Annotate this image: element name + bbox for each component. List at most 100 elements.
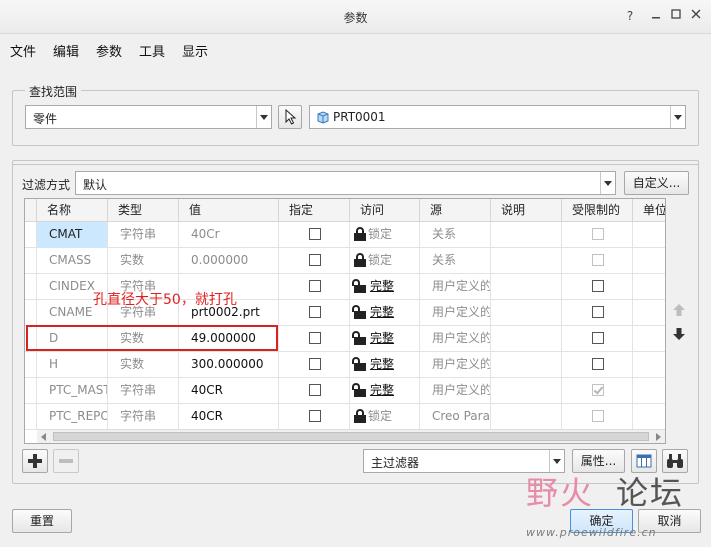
cell-description[interactable] [491, 404, 562, 430]
menu-file[interactable]: 文件 [10, 41, 36, 60]
horizontal-scrollbar[interactable] [37, 429, 665, 443]
cell-description[interactable] [491, 326, 562, 352]
cell-unit[interactable] [633, 326, 665, 352]
cell-designate[interactable] [279, 248, 350, 274]
maximize-icon[interactable] [668, 8, 684, 24]
cell-name[interactable]: CMASS [37, 248, 108, 274]
cell-type[interactable]: 字符串 [108, 404, 179, 430]
minimize-icon[interactable] [648, 8, 664, 24]
cell-source[interactable]: 用户定义的 [420, 378, 491, 404]
cell-unit[interactable] [633, 352, 665, 378]
lookin-type-select[interactable]: 零件 [25, 105, 272, 129]
menu-display[interactable]: 显示 [182, 41, 208, 60]
cell-access[interactable]: 完整 [350, 274, 420, 300]
menu-edit[interactable]: 编辑 [53, 41, 79, 60]
col-restricted[interactable]: 受限制的 [562, 199, 633, 222]
cell-source[interactable]: 关系 [420, 248, 491, 274]
restricted-checkbox[interactable] [592, 332, 604, 344]
cell-access[interactable]: 锁定 [350, 248, 420, 274]
col-name[interactable]: 名称 [37, 199, 108, 222]
table-row[interactable]: H 实数 300.000000 完整 用户定义的 [25, 352, 665, 378]
cell-source[interactable]: 用户定义的 [420, 326, 491, 352]
remove-parameter-button[interactable] [53, 449, 79, 473]
col-type[interactable]: 类型 [108, 199, 179, 222]
cell-description[interactable] [491, 300, 562, 326]
cell-unit[interactable] [633, 404, 665, 430]
table-row[interactable]: CMASS 实数 0.000000 锁定 关系 [25, 248, 665, 274]
cell-value[interactable]: 40Cr [179, 222, 279, 248]
main-filter-select[interactable]: 主过滤器 [363, 449, 565, 473]
cell-restricted[interactable] [562, 274, 633, 300]
cell-type[interactable]: 实数 [108, 352, 179, 378]
designate-checkbox[interactable] [309, 410, 321, 422]
designate-checkbox[interactable] [309, 228, 321, 240]
cell-designate[interactable] [279, 352, 350, 378]
customize-button[interactable]: 自定义... [624, 171, 689, 195]
help-icon[interactable]: ? [622, 8, 638, 24]
cell-description[interactable] [491, 274, 562, 300]
cell-access[interactable]: 锁定 [350, 222, 420, 248]
cell-description[interactable] [491, 378, 562, 404]
table-columns-button[interactable] [631, 449, 657, 473]
cell-access[interactable]: 完整 [350, 300, 420, 326]
cell-unit[interactable] [633, 274, 665, 300]
scroll-left-icon[interactable] [41, 433, 46, 441]
table-row[interactable]: CMAT 字符串 40Cr 锁定 关系 [25, 222, 665, 248]
find-button[interactable] [662, 449, 688, 473]
cell-restricted[interactable] [562, 326, 633, 352]
restricted-checkbox[interactable] [592, 280, 604, 292]
cancel-button[interactable]: 取消 [638, 509, 701, 533]
select-pointer-button[interactable] [278, 105, 302, 129]
cell-restricted[interactable] [562, 222, 633, 248]
cell-name[interactable]: PTC_MASTER [37, 378, 108, 404]
cell-description[interactable] [491, 222, 562, 248]
cell-designate[interactable] [279, 378, 350, 404]
cell-access[interactable]: 完整 [350, 326, 420, 352]
cell-restricted[interactable] [562, 378, 633, 404]
designate-checkbox[interactable] [309, 384, 321, 396]
cell-designate[interactable] [279, 274, 350, 300]
filter-select[interactable]: 默认 [75, 171, 616, 195]
scroll-right-icon[interactable] [656, 433, 661, 441]
cell-designate[interactable] [279, 326, 350, 352]
cell-type[interactable]: 字符串 [108, 222, 179, 248]
cell-restricted[interactable] [562, 248, 633, 274]
ok-button[interactable]: 确定 [570, 509, 633, 533]
table-row[interactable]: PTC_MASTER字符串40CR 完整 用户定义的 [25, 378, 665, 404]
col-access[interactable]: 访问 [350, 199, 420, 222]
cell-designate[interactable] [279, 404, 350, 430]
lookin-model-select[interactable]: PRT0001 [309, 105, 686, 129]
cell-name[interactable]: PTC_REPORT [37, 404, 108, 430]
scrollbar-thumb[interactable] [53, 432, 649, 441]
cell-description[interactable] [491, 248, 562, 274]
cell-value[interactable]: 300.000000 [179, 352, 279, 378]
col-unit[interactable]: 单位 [633, 199, 665, 222]
menu-tools[interactable]: 工具 [139, 41, 165, 60]
col-description[interactable]: 说明 [491, 199, 562, 222]
cell-restricted[interactable] [562, 404, 633, 430]
designate-checkbox[interactable] [309, 280, 321, 292]
cell-unit[interactable] [633, 222, 665, 248]
designate-checkbox[interactable] [309, 306, 321, 318]
cell-restricted[interactable] [562, 352, 633, 378]
cell-access[interactable]: 完整 [350, 352, 420, 378]
col-designate[interactable]: 指定 [279, 199, 350, 222]
cell-type[interactable]: 字符串 [108, 378, 179, 404]
designate-checkbox[interactable] [309, 358, 321, 370]
col-value[interactable]: 值 [179, 199, 279, 222]
cell-source[interactable]: 用户定义的 [420, 300, 491, 326]
cell-value[interactable]: 40CR [179, 404, 279, 430]
cell-access[interactable]: 锁定 [350, 404, 420, 430]
cell-unit[interactable] [633, 378, 665, 404]
add-parameter-button[interactable] [22, 449, 48, 473]
table-row[interactable]: PTC_REPORT字符串40CR 锁定 Creo Parameters [25, 404, 665, 430]
restricted-checkbox[interactable] [592, 358, 604, 370]
restricted-checkbox[interactable] [592, 306, 604, 318]
designate-checkbox[interactable] [309, 254, 321, 266]
cell-access[interactable]: 完整 [350, 378, 420, 404]
move-down-icon[interactable] [672, 327, 686, 341]
properties-button[interactable]: 属性... [572, 449, 625, 473]
cell-restricted[interactable] [562, 300, 633, 326]
cell-source[interactable]: 用户定义的 [420, 352, 491, 378]
move-up-icon[interactable] [672, 303, 686, 317]
